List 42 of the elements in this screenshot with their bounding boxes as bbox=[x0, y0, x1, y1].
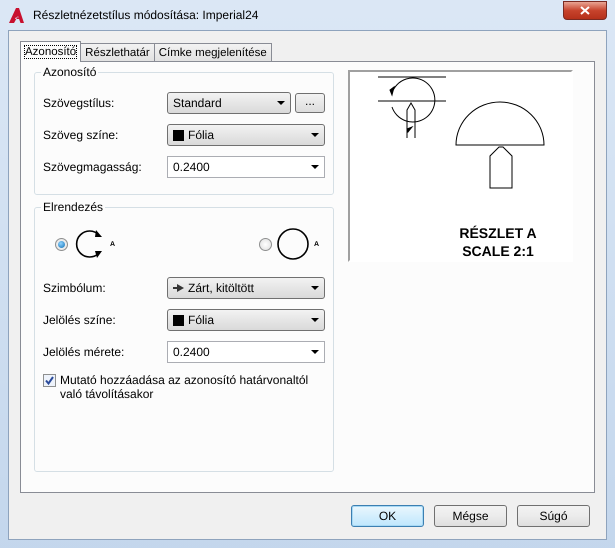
tab[interactable]: Részlethatár bbox=[80, 43, 155, 61]
window-title: Részletnézetstílus módosítása: Imperial24 bbox=[33, 8, 260, 22]
dropdown-caret-icon bbox=[311, 133, 319, 137]
color-swatch-icon bbox=[173, 130, 184, 140]
field-label: Szöveg színe: bbox=[43, 128, 120, 142]
group-title: Azonosító bbox=[41, 65, 98, 79]
field-label: Szövegmagasság: bbox=[43, 160, 143, 174]
field-label: Jelölés mérete: bbox=[43, 345, 126, 359]
dropdown-caret-icon bbox=[311, 318, 319, 322]
dropdown-caret-icon bbox=[277, 101, 285, 105]
close-icon bbox=[580, 6, 590, 15]
caption-text: SCALE 2:1 bbox=[462, 243, 534, 259]
tab[interactable]: Azonosító bbox=[20, 41, 82, 62]
radio-button[interactable] bbox=[258, 238, 272, 250]
field-label: Jelölés színe: bbox=[43, 313, 117, 327]
size-combo-field[interactable]: 0.2400 bbox=[167, 156, 325, 178]
text-style-dropdown[interactable]: Standard bbox=[167, 92, 291, 114]
caption-text: RÉSZLET A bbox=[459, 225, 537, 241]
color-dropdown[interactable]: Fólia bbox=[167, 309, 325, 331]
color-dropdown[interactable]: Fólia bbox=[167, 124, 325, 146]
checkbox-label: Mutató hozzáadása az azonosító határvonaltól való távolításakor bbox=[60, 373, 310, 401]
dropdown-caret-icon bbox=[311, 286, 319, 290]
size-combo-field[interactable]: 0.2400 bbox=[167, 341, 325, 363]
app-logo-icon bbox=[8, 6, 25, 24]
dialog-button[interactable]: OK bbox=[351, 505, 424, 527]
checkbox[interactable] bbox=[43, 374, 56, 387]
field-label: Szimbólum: bbox=[43, 281, 107, 295]
close-button[interactable] bbox=[563, 1, 607, 20]
field-label: Szövegstílus: bbox=[43, 96, 116, 110]
group-title: Elrendezés bbox=[41, 200, 106, 214]
circle-icon bbox=[276, 226, 310, 262]
radio-button[interactable] bbox=[55, 238, 68, 250]
dropdown-caret-icon bbox=[311, 350, 319, 354]
symbol-dropdown[interactable]: Zárt, kitöltött bbox=[167, 277, 325, 299]
detail-callout-drawing bbox=[378, 76, 446, 138]
tab[interactable]: Címke megjelenítése bbox=[154, 43, 272, 61]
color-swatch-icon bbox=[173, 314, 184, 326]
dialog-button[interactable]: Mégse bbox=[434, 505, 507, 527]
dialog-button[interactable]: Súgó bbox=[517, 505, 590, 527]
dropdown-caret-icon bbox=[311, 165, 319, 169]
arrowhead-icon bbox=[173, 284, 184, 292]
browse-button[interactable]: ... bbox=[295, 93, 325, 113]
